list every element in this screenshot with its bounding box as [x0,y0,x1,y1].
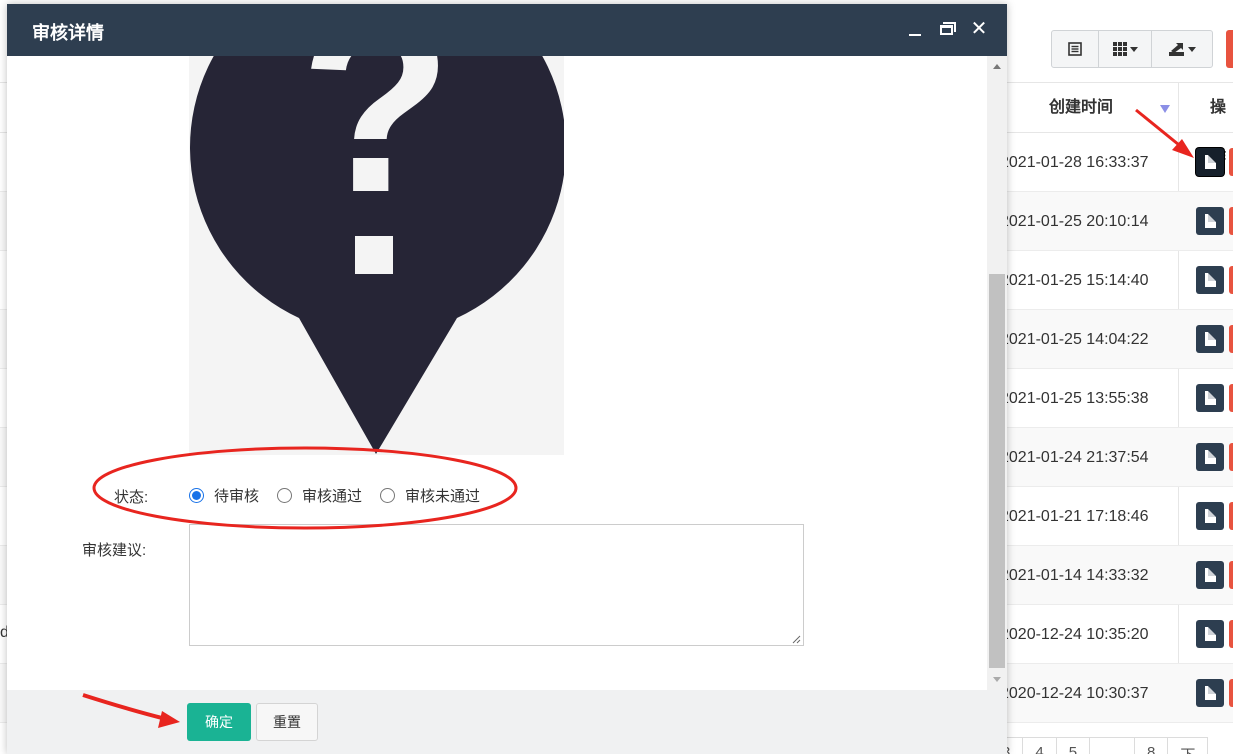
view-detail-button[interactable] [1196,207,1224,235]
document-icon [1204,332,1216,346]
status-option-rejected[interactable]: 审核未通过 [380,485,480,506]
document-icon [1204,509,1216,523]
export-button[interactable] [1151,30,1213,68]
page-button[interactable]: 8 [1134,737,1169,754]
created-time-cell: 2021-01-24 21:37:54 [1000,449,1149,466]
export-icon [1168,43,1184,56]
delete-button[interactable] [1229,679,1233,707]
radio-icon[interactable] [380,488,396,503]
status-option-label: 待审核 [214,488,260,505]
page-button-ellipsis [1089,737,1136,754]
pagination: 3 4 5 8 下 [989,737,1209,754]
radio-checked-icon[interactable] [189,488,204,503]
delete-button[interactable] [1229,561,1233,589]
dialog-footer: 确定 重置 [7,690,1007,754]
document-icon [1204,627,1216,641]
confirm-button[interactable]: 确定 [187,703,251,741]
document-icon [1204,155,1216,169]
document-icon [1204,391,1216,405]
document-icon [1204,273,1216,287]
toolbar-extra-button[interactable] [1226,30,1233,68]
document-icon [1204,686,1216,700]
radio-icon[interactable] [277,488,293,503]
status-option-approved[interactable]: 审核通过 [277,485,362,506]
advice-label: 审核建议: [82,542,147,559]
view-detail-button[interactable] [1196,266,1224,294]
created-time-cell: 2021-01-14 14:33:32 [1000,567,1149,584]
created-time-cell: 2020-12-24 10:35:20 [1000,626,1149,643]
status-label: 状态: [114,489,149,506]
scroll-down-icon[interactable] [993,677,1001,682]
chevron-down-icon [1129,46,1138,52]
created-time-cell: 2021-01-25 15:14:40 [1000,272,1149,289]
view-detail-button[interactable] [1196,443,1224,471]
created-time-cell: 2020-12-24 10:30:37 [1000,685,1149,702]
created-time-cell: 2021-01-21 17:18:46 [1000,508,1149,525]
table-toolbar [1051,30,1213,68]
view-detail-button[interactable] [1196,679,1224,707]
reset-button[interactable]: 重置 [256,703,318,741]
delete-button[interactable] [1229,384,1233,412]
delete-button[interactable] [1229,148,1233,176]
advice-textarea[interactable] [189,524,804,646]
status-option-label: 审核未通过 [405,488,481,505]
close-icon[interactable]: ✕ [969,18,989,40]
columns-button[interactable] [1098,30,1152,68]
status-radio-group: 待审核 审核通过 审核未通过 [189,485,498,506]
question-pin-icon: ? [189,56,564,455]
document-icon [1204,214,1216,228]
document-icon [1204,568,1216,582]
status-option-label: 审核通过 [302,488,363,505]
delete-button[interactable] [1229,502,1233,530]
delete-button[interactable] [1229,325,1233,353]
document-icon [1204,450,1216,464]
dialog-body: ? 状态: 待审核 审核通过 审核未通过 审核建议: [7,56,987,690]
view-detail-button[interactable] [1196,502,1224,530]
review-image: ? [189,56,564,455]
column-header-ops: 操作 [1210,99,1227,166]
table-view-button[interactable] [1051,30,1099,68]
dialog-title: 审核详情 [32,23,104,43]
view-detail-button[interactable] [1196,384,1224,412]
dialog-header: 审核详情 ✕ [7,4,1007,56]
scroll-thumb[interactable] [989,274,1005,668]
delete-button[interactable] [1229,443,1233,471]
chevron-down-icon [1187,46,1196,52]
column-header-created-time[interactable]: 创建时间 [1049,83,1113,133]
sort-desc-icon[interactable] [1160,105,1170,113]
next-page-button[interactable]: 下 [1167,737,1209,754]
list-icon [1068,42,1082,56]
view-detail-button[interactable] [1196,148,1224,176]
delete-button[interactable] [1229,207,1233,235]
created-time-cell: 2021-01-25 20:10:14 [1000,213,1149,230]
created-time-cell: 2021-01-28 16:33:37 [1000,154,1149,171]
delete-button[interactable] [1229,266,1233,294]
resize-grip-icon[interactable] [791,634,801,644]
review-detail-dialog: 审核详情 ✕ ? 状态: 待审核 审核通过 审核未通过 审核建议: 确定 重置 [7,4,1007,754]
created-time-cell: 2021-01-25 14:04:22 [1000,331,1149,348]
dialog-scrollbar[interactable] [987,56,1007,690]
grid-icon [1112,42,1127,56]
created-time-cell: 2021-01-25 13:55:38 [1000,390,1149,407]
view-detail-button[interactable] [1196,561,1224,589]
maximize-icon[interactable] [937,18,957,40]
view-detail-button[interactable] [1196,325,1224,353]
delete-button[interactable] [1229,620,1233,648]
scroll-up-icon[interactable] [993,64,1001,69]
page-button[interactable]: 5 [1055,737,1091,754]
minimize-icon[interactable] [905,18,925,40]
view-detail-button[interactable] [1196,620,1224,648]
page-button[interactable]: 4 [1022,737,1057,754]
svg-text:?: ? [300,56,453,244]
status-option-pending[interactable]: 待审核 [189,485,259,506]
